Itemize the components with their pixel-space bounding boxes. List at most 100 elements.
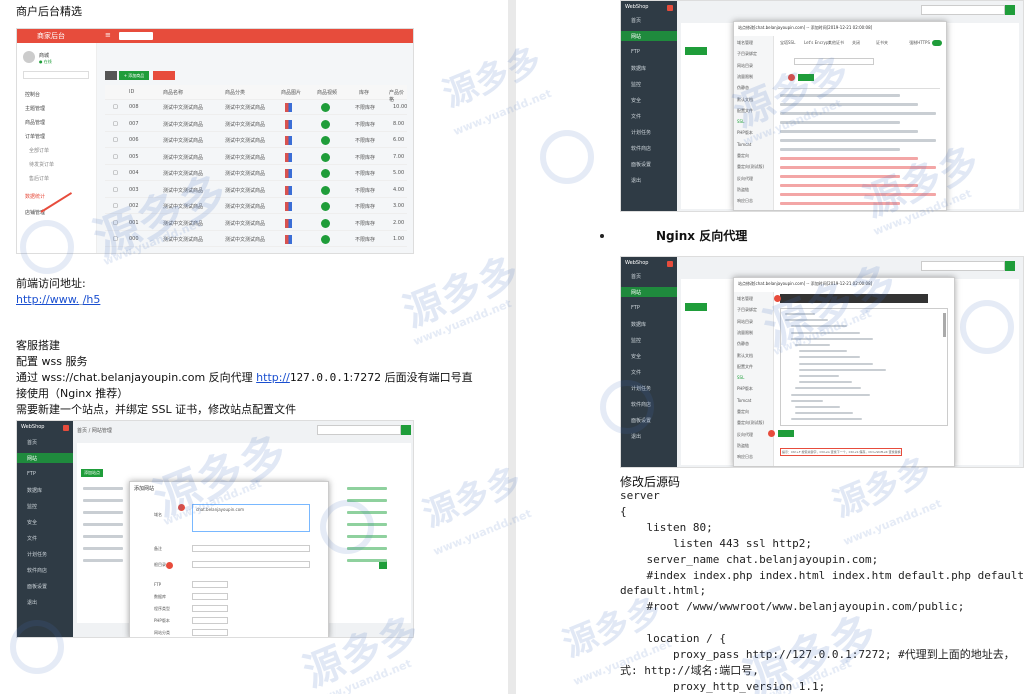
video-icon — [321, 185, 330, 195]
sidebar-item: 退出 — [631, 434, 642, 440]
row-checkbox: □ — [113, 137, 118, 143]
panel-logo: WebShop — [21, 424, 45, 430]
video-icon — [321, 169, 330, 178]
add-site-screenshot: WebShop 首页 网站 FTP 数据库 监控 安全 文件 计划任务 软件商店 面板设置 退出 首… — [16, 420, 414, 638]
add-site-modal: 添加网站 chat.belanjayoupin.com 域名 备注 根目录 FTP 数据… — [129, 481, 329, 637]
product-image-icon — [285, 218, 292, 228]
sidebar-item: 软件商店 — [631, 146, 652, 152]
sidebar-item: 文件 — [27, 536, 38, 542]
site-row-name — [83, 499, 123, 502]
row-name: 测试中文测试商品 — [163, 121, 204, 128]
form-field — [192, 593, 228, 600]
annotation-arrow — [40, 192, 73, 213]
sidebar-item: 首页 — [27, 440, 38, 446]
product-image-icon — [285, 119, 292, 129]
site-row-name — [83, 559, 123, 562]
front-url-start[interactable]: http://www. — [16, 293, 79, 306]
row-checkbox: □ — [113, 203, 118, 209]
front-url-end[interactable]: /h5 — [83, 293, 101, 306]
form-label: FTP — [154, 582, 162, 587]
video-icon — [321, 202, 330, 211]
form-label: 备注 — [154, 546, 162, 551]
sidebar-item-4: 全部订单 — [29, 148, 50, 154]
config-line — [791, 399, 823, 402]
form-label: 数据库 — [154, 594, 166, 599]
config-line — [795, 412, 853, 415]
config-line — [791, 331, 860, 334]
step-badge-1 — [178, 504, 185, 511]
row-cat: 测试中文测试商品 — [225, 105, 266, 111]
row-id: 005 — [129, 153, 139, 160]
shop-name: 商城 — [39, 53, 50, 59]
row-name: 测试中文测试商品 — [163, 204, 204, 210]
code-line: listen 80; — [620, 520, 713, 534]
modal-menu-item: 响应日志 — [737, 454, 753, 460]
sidebar-item: 数据库 — [631, 66, 647, 72]
nginx-config-screenshot: WebShop 首页 网站 FTP 数据库 监控 安全 文件 计划任务 软件商店 面板设置 退出 站… — [620, 256, 1024, 468]
row-cat: 测试中文测试商品 — [225, 121, 266, 128]
row-id: 006 — [129, 137, 139, 143]
right-document-page: WebShop 首页 网站 FTP 数据库 监控 安全 文件 计划任务 软件商店 面板设置 退出 站… — [516, 0, 1024, 694]
row-cat: 测试中文测试商品 — [225, 187, 266, 194]
video-icon — [321, 103, 330, 112]
kefu-line-2: 通过 wss://chat.belanjayoupin.com 反向代理 htt… — [16, 371, 473, 384]
menu-icon: ≡ — [105, 31, 111, 39]
ssl-tab: 关闭 — [852, 40, 860, 45]
form-field — [192, 629, 228, 636]
modal-menu-item: 网站目录 — [737, 318, 753, 324]
save-button — [778, 430, 794, 437]
product-image-icon — [285, 152, 292, 162]
form-label: 网站分类 — [154, 630, 170, 635]
code-line: location / { — [620, 632, 726, 646]
row-stock: 不限库存 — [355, 204, 376, 210]
video-icon — [321, 152, 330, 162]
sidebar-item: 监控 — [631, 338, 642, 344]
sidebar-item-6: 售后订单 — [29, 176, 50, 182]
merchant-brand: 商家后台 — [37, 32, 65, 40]
form-field — [192, 605, 228, 612]
table-row: □ 000 测试中文测试商品 测试中文测试商品 不限库存 1.00 — [105, 232, 407, 247]
config-line — [799, 368, 886, 371]
ssl-modal: 站点修改[chat.belanjayoupin.com] -- 添加时间[201… — [733, 21, 947, 211]
modal-menu-item: Tomcat — [737, 397, 752, 403]
form-label: 根目录 — [154, 562, 166, 567]
breadcrumb: 首页 / 网站管理 — [77, 428, 112, 434]
search-input — [317, 425, 401, 435]
site-row-actions — [347, 547, 387, 550]
row-stock: 不限库存 — [355, 187, 376, 194]
editor-hint: 提示：Ctrl+F 搜索关键字，Ctrl+G 查找下一个，Ctrl+S 保存，C… — [780, 448, 902, 456]
row-name: 测试中文测试商品 — [163, 187, 204, 194]
product-image-icon — [285, 235, 292, 244]
config-line — [785, 319, 828, 322]
sidebar-item: 计划任务 — [631, 130, 652, 136]
sidebar-item: 首页 — [631, 274, 642, 280]
code-line: 式: http://域名:端口号, — [620, 663, 759, 677]
modal-menu-item: 配置文件 — [737, 107, 753, 113]
site-row-actions — [347, 523, 387, 526]
modal-menu-item: SSL — [737, 375, 745, 381]
row-cat: 测试中文测试商品 — [225, 171, 266, 177]
avatar — [23, 51, 35, 63]
row-price: 8.00 — [393, 120, 405, 127]
site-row-name — [83, 523, 123, 526]
sidebar-item-7: 数据统计 — [25, 194, 46, 200]
row-name: 测试中文测试商品 — [163, 237, 204, 243]
row-cat: 测试中文测试商品 — [225, 204, 266, 210]
video-icon — [321, 218, 330, 228]
shop-select — [119, 32, 153, 40]
sidebar-item: 安全 — [631, 98, 642, 104]
ssl-note-line — [780, 193, 936, 196]
search-input-3 — [921, 261, 1005, 271]
code-line: server_name chat.belanjayoupin.com; — [620, 552, 879, 566]
merchant-section-title: 商户后台精选 — [16, 5, 82, 18]
row-name: 测试中文测试商品 — [163, 105, 204, 111]
panel-sidebar: WebShop 首页 网站 FTP 数据库 监控 安全 文件 计划任务 软件商店 面板设置 退出 — [17, 421, 73, 637]
bullet — [600, 234, 604, 238]
site-row-actions — [347, 535, 387, 538]
modal-menu-item: 重定向(测试版) — [737, 420, 765, 426]
modal-menu-item: 域名管理 — [737, 40, 753, 45]
row-price: 2.00 — [393, 219, 405, 226]
sidebar-item: 退出 — [631, 178, 642, 184]
row-stock: 不限库存 — [355, 220, 376, 227]
row-price: 10.00 — [393, 104, 408, 110]
